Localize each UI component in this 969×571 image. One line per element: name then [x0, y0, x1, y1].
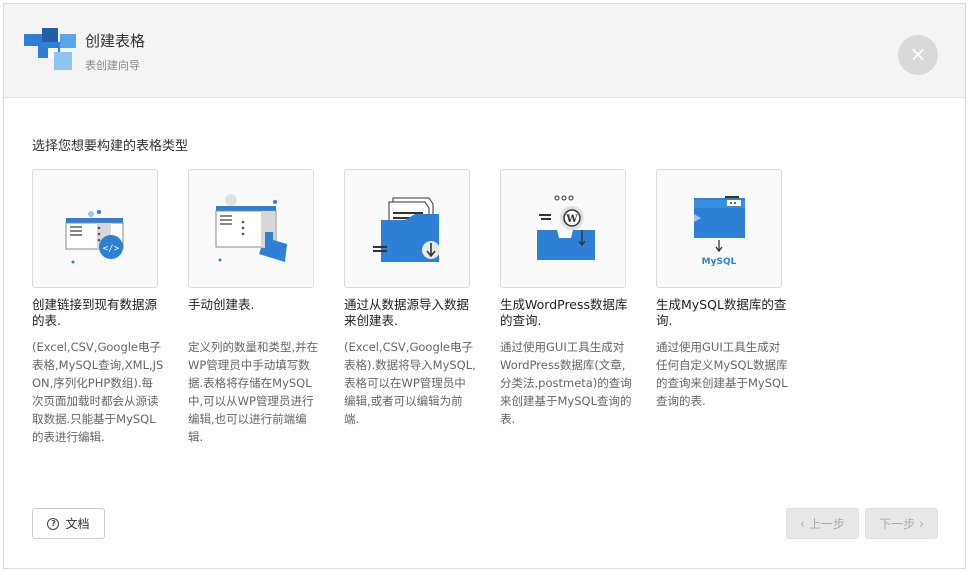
svg-text:W: W: [565, 214, 578, 225]
table-wizard-dialog: 创建表格 表创建向导 × 选择您想要构建的表格类型 </> 创建链接到现有数据源…: [3, 3, 966, 569]
wizard-header: 创建表格 表创建向导 ×: [4, 4, 965, 98]
wordpress-query-icon: W: [537, 195, 595, 260]
documentation-button[interactable]: ? 文档: [32, 508, 105, 539]
option-description: 通过使用GUI工具生成对任何自定义MySQL数据库的查询来创建基于MySQL查询…: [656, 340, 788, 408]
svg-text:MySQL: MySQL: [702, 257, 737, 267]
option-description: 通过使用GUI工具生成对WordPress数据库(文章,分类法,postmeta…: [500, 340, 632, 426]
import-data-icon: [373, 197, 440, 262]
documentation-label: 文档: [65, 517, 90, 531]
option-description: (Excel,CSV,Google电子表格).数据将导入MySQL,表格可以在W…: [344, 340, 476, 426]
wizard-title: 创建表格: [85, 32, 146, 50]
option-card-wordpress-query[interactable]: W: [500, 169, 626, 288]
previous-step-button[interactable]: ‹ 上一步: [786, 508, 859, 539]
option-title: 通过从数据源导入数据来创建表.: [344, 297, 470, 328]
app-logo-icon: [24, 28, 76, 70]
chevron-left-icon: ‹: [800, 516, 805, 531]
option-title: 生成MySQL数据库的查询.: [656, 297, 787, 328]
table-type-prompt: 选择您想要构建的表格类型: [32, 139, 189, 154]
chevron-right-icon: ›: [919, 516, 924, 531]
manual-table-icon: [215, 194, 287, 262]
option-description: (Excel,CSV,Google电子表格,MySQL查询,XML,JSON,序…: [32, 340, 164, 444]
option-title: 生成WordPress数据库的查询.: [500, 297, 628, 328]
previous-step-label: 上一步: [808, 517, 845, 531]
help-icon: ?: [47, 517, 60, 530]
option-card-manual-table[interactable]: [188, 169, 314, 288]
close-button[interactable]: ×: [898, 35, 938, 75]
linked-table-icon: </>: [65, 210, 124, 264]
option-title: 手动创建表.: [188, 297, 255, 312]
option-title: 创建链接到现有数据源的表.: [32, 297, 158, 328]
option-card-linked-table[interactable]: </>: [32, 169, 158, 288]
option-card-mysql-query[interactable]: MySQL: [656, 169, 782, 288]
mysql-query-icon: MySQL: [694, 196, 745, 267]
option-card-import-data[interactable]: [344, 169, 470, 288]
next-step-button[interactable]: 下一步 ›: [865, 508, 938, 539]
wizard-subtitle: 表创建向导: [85, 59, 140, 72]
option-description: 定义列的数量和类型,并在WP管理员中手动填写数据.表格将存储在MySQL中,可以…: [188, 340, 319, 444]
svg-text:</>: </>: [103, 244, 120, 254]
next-step-label: 下一步: [879, 517, 916, 531]
